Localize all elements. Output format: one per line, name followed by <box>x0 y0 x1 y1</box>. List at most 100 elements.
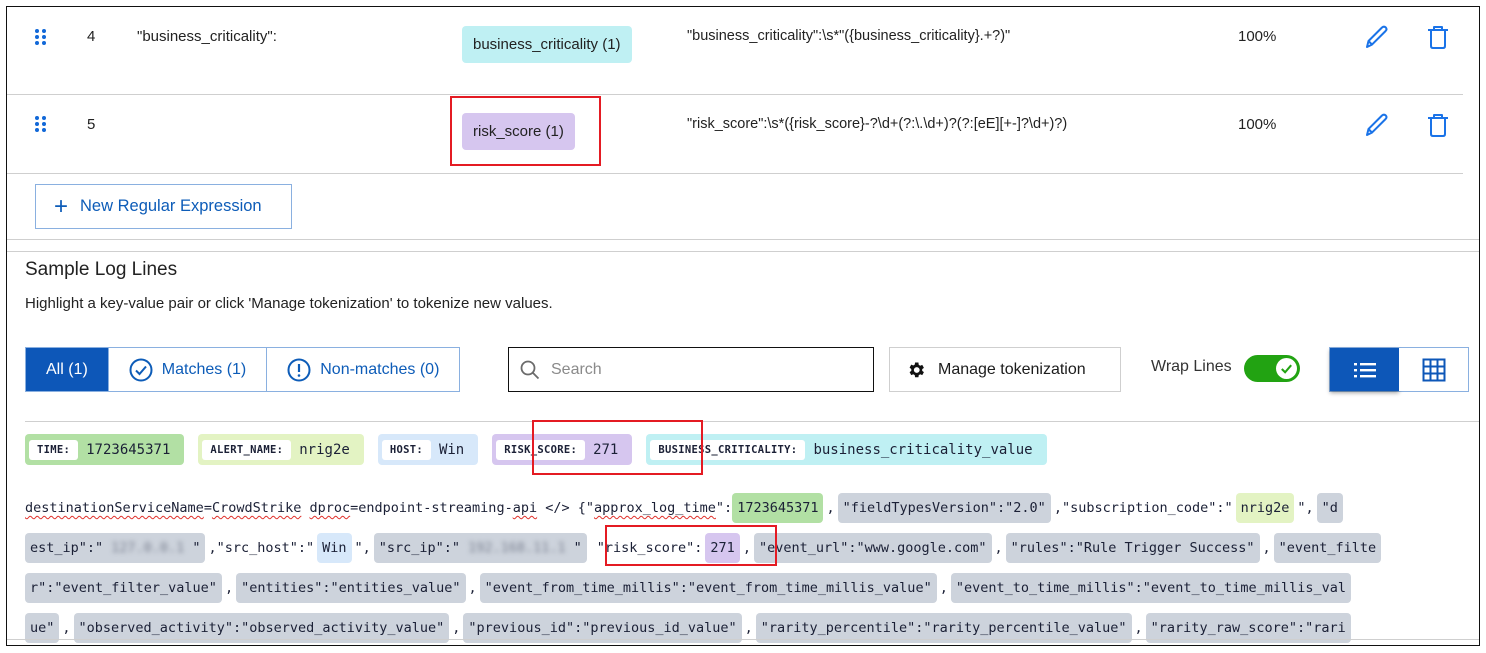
log-kv-pair[interactable]: "event_filte <box>1273 533 1382 563</box>
delete-button[interactable] <box>1423 22 1453 52</box>
token-chip-risk-score[interactable]: RISK_SCORE: 271 <box>492 434 633 465</box>
token-chip-time[interactable]: TIME: 1723645371 <box>25 434 185 465</box>
token-chip-host[interactable]: HOST: Win <box>377 434 479 465</box>
token-key: RISK_SCORE: <box>496 439 586 460</box>
log-text: CrowdStrike <box>211 500 302 516</box>
view-mode-toggle <box>1329 347 1469 392</box>
divider <box>7 239 1479 240</box>
log-text: , <box>224 580 234 596</box>
regex-row: 4 "business_criticality": business_criti… <box>7 7 1463 95</box>
token-chip-risk-score[interactable]: risk_score (1) <box>462 113 575 150</box>
token-chip-alert-name[interactable]: ALERT_NAME: nrig2e <box>198 434 364 465</box>
log-text: , <box>994 540 1003 556</box>
log-text: " <box>573 540 582 556</box>
edit-button[interactable] <box>1361 22 1391 52</box>
row-key: "business_criticality": <box>137 28 277 45</box>
log-text: est_ip":" <box>30 540 104 556</box>
log-kv-pair[interactable]: "d <box>1316 493 1343 523</box>
log-kv-pair[interactable]: "entities":"entities_value" <box>236 573 466 603</box>
grid-view-button[interactable] <box>1399 348 1468 391</box>
search-icon <box>520 360 540 379</box>
check-icon <box>1276 358 1297 379</box>
divider <box>25 421 1479 422</box>
search-box <box>508 347 874 392</box>
log-text: "src_ip":" <box>378 540 461 556</box>
trash-icon <box>1428 26 1448 49</box>
row-number: 5 <box>87 116 96 133</box>
token-chips: TIME: 1723645371 ALERT_NAME: nrig2e HOST… <box>25 434 1047 465</box>
log-text: ,"src_host":" <box>208 540 315 556</box>
filter-all[interactable]: All (1) <box>26 348 109 391</box>
wrap-lines-toggle[interactable] <box>1244 355 1300 382</box>
token-key: HOST: <box>381 439 431 460</box>
log-kv-pair[interactable]: "event_url":"www.google.com" <box>753 533 992 563</box>
log-text: , <box>62 620 71 636</box>
token-value: nrig2e <box>299 441 350 458</box>
log-text: " <box>192 540 201 556</box>
wrap-lines-label: Wrap Lines <box>1151 358 1232 375</box>
log-kv-pair[interactable]: "event_to_time_millis":"event_to_time_mi… <box>950 573 1351 603</box>
log-text: ,"subscription_code":" <box>1053 500 1233 516</box>
filter-all-label: All (1) <box>46 360 88 378</box>
trash-icon <box>1428 114 1448 137</box>
log-text: , <box>826 500 835 516</box>
redacted-value: 192.168.11.1 <box>468 540 566 556</box>
plus-icon: + <box>54 192 69 220</box>
token-chip-business-criticality[interactable]: business_criticality (1) <box>462 26 632 63</box>
log-text: , <box>1134 620 1143 636</box>
match-filter: All (1) Matches (1) Non-matches (0) <box>25 347 461 392</box>
highlight-risk-score[interactable]: 271 <box>705 533 740 563</box>
log-text: , <box>452 620 461 636</box>
log-text: , <box>939 580 948 596</box>
log-kv-pair[interactable]: "event_from_time_millis":"event_from_tim… <box>479 573 937 603</box>
log-line: est_ip":" 127.0.0.1 " ,"src_host":" Win ",… <box>25 533 1382 563</box>
log-text: , <box>742 540 751 556</box>
log-kv-pair[interactable]: r":"event_filter_value" <box>25 573 222 603</box>
token-value: Win <box>438 441 465 458</box>
log-kv-pair[interactable]: "rules":"Rule Trigger Success" <box>1005 533 1260 563</box>
highlight-host[interactable]: Win <box>317 533 352 563</box>
pencil-icon <box>1366 25 1388 48</box>
list-icon <box>1353 362 1376 377</box>
log-kv-pair[interactable]: est_ip":" 127.0.0.1 " <box>25 533 206 563</box>
highlight-alert-name[interactable]: nrig2e <box>1235 493 1295 523</box>
list-view-button[interactable] <box>1330 348 1399 391</box>
log-text: = <box>203 500 212 516</box>
new-regular-expression-button[interactable]: + New Regular Expression <box>35 184 292 229</box>
token-value: 1723645371 <box>86 441 171 458</box>
log-text: dproc <box>309 500 351 516</box>
search-input[interactable] <box>549 359 849 380</box>
drag-handle-icon[interactable] <box>35 116 47 132</box>
manage-tokenization-button[interactable]: Manage tokenization <box>889 347 1121 392</box>
redacted-value: 127.0.0.1 <box>111 540 185 556</box>
gear-icon <box>909 362 924 377</box>
edit-button[interactable] <box>1361 110 1391 140</box>
delete-button[interactable] <box>1423 110 1453 140</box>
divider <box>7 639 1479 640</box>
log-text: ": <box>715 500 733 516</box>
filter-non-matches[interactable]: Non-matches (0) <box>267 348 460 391</box>
highlight-time[interactable]: 1723645371 <box>732 493 824 523</box>
pencil-icon <box>1366 113 1388 136</box>
regex-pattern: "business_criticality":\s*"({business_cr… <box>687 28 1011 44</box>
regex-row: 5 risk_score (1) "risk_score":\s*({risk_… <box>7 86 1463 174</box>
log-text: , <box>468 580 477 596</box>
manage-tokenization-label: Manage tokenization <box>938 360 1086 378</box>
token-key: ALERT_NAME: <box>202 439 292 460</box>
check-circle-icon <box>129 358 153 381</box>
token-value: 271 <box>593 441 619 458</box>
log-line: r":"event_filter_value" , "entities":"en… <box>25 573 1351 603</box>
token-chip-business-criticality[interactable]: BUSINESS_CRITICALITY: business_criticali… <box>646 434 1047 465</box>
new-regular-expression-label: New Regular Expression <box>80 197 262 215</box>
regex-pattern: "risk_score":\s*({risk_score}-?\d+(?:\.\… <box>687 116 1068 132</box>
log-text: </> {" <box>537 500 594 516</box>
row-number: 4 <box>87 28 96 45</box>
match-percent: 100% <box>1238 28 1277 45</box>
log-text: ", <box>354 540 371 556</box>
log-kv-pair[interactable]: "fieldTypesVersion":"2.0" <box>837 493 1051 523</box>
log-kv-pair[interactable]: "src_ip":" 192.168.11.1 " <box>373 533 587 563</box>
drag-handle-icon[interactable] <box>35 29 47 45</box>
log-text: approx_log_time <box>594 500 716 516</box>
grid-icon <box>1422 358 1445 381</box>
filter-matches[interactable]: Matches (1) <box>108 348 268 391</box>
